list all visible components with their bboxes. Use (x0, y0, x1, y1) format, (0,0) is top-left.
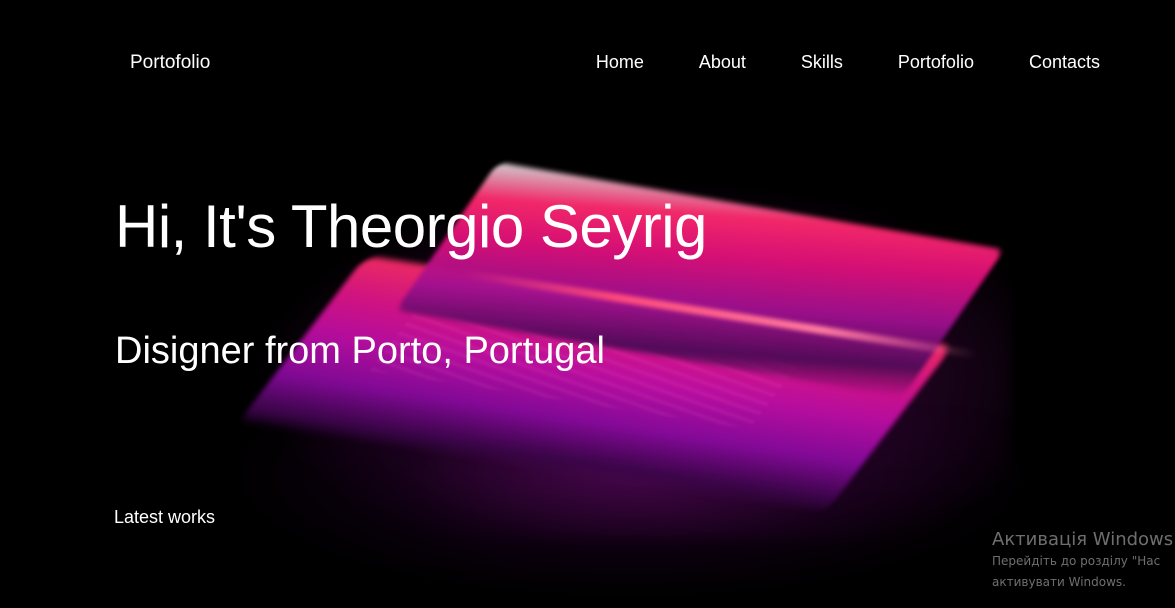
watermark-line-2: активувати Windows. (992, 575, 1126, 589)
laptop-base (236, 255, 954, 515)
hero-subtitle: Disigner from Porto, Portugal (115, 330, 605, 372)
brand-logo-link[interactable]: Portofolio (130, 52, 210, 74)
nav-item-home[interactable]: Home (596, 52, 644, 73)
main-nav: Home About Skills Portofolio Contacts (596, 52, 1100, 73)
latest-works-link[interactable]: Latest works (114, 507, 215, 528)
nav-item-portofolio[interactable]: Portofolio (898, 52, 974, 73)
watermark-title: Активація Windows (992, 529, 1174, 550)
watermark-line-1: Перейдіть до розділу "Нас (992, 554, 1161, 568)
nav-item-contacts[interactable]: Contacts (1029, 52, 1100, 73)
laptop-shadow (220, 420, 1040, 600)
page: Portofolio Home About Skills Portofolio … (0, 0, 1175, 608)
nav-item-skills[interactable]: Skills (801, 52, 843, 73)
nav-item-about[interactable]: About (699, 52, 746, 73)
windows-activation-watermark: Активація Windows Перейдіть до розділу "… (992, 529, 1175, 593)
hero-title: Hi, It's Theorgio Seyrig (115, 193, 707, 260)
